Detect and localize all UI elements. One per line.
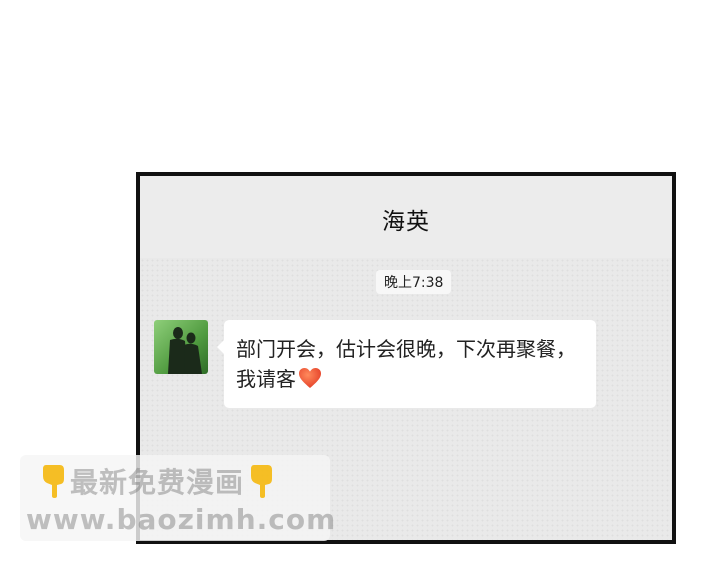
heart-icon [298,367,322,397]
watermark: 最新免费漫画 www.baozimh.com [20,455,335,541]
watermark-url: www.baozimh.com [26,503,337,536]
chat-title: 海英 [382,209,430,235]
pointing-down-hand-icon [36,463,70,499]
message-text: 部门开会，估计会很晚，下次再聚餐，我请客 [236,337,576,391]
pointing-down-hand-icon [244,463,278,499]
avatar[interactable] [154,320,208,374]
message-timestamp: 晚上7:38 [376,270,452,294]
message-bubble[interactable]: 部门开会，估计会很晚，下次再聚餐，我请客 [217,320,596,408]
watermark-text: 最新免费漫画 [70,466,245,499]
watermark-line1-row: 最新免费漫画 [36,463,278,499]
chat-header: 海英 [140,176,672,258]
